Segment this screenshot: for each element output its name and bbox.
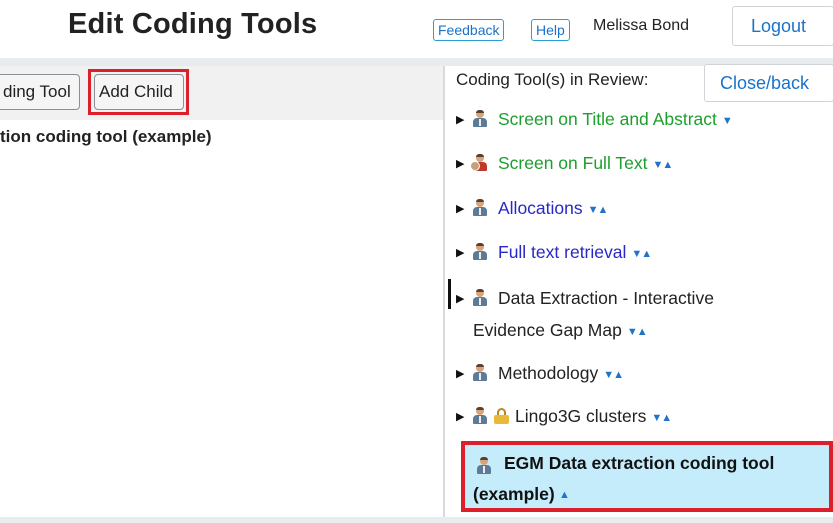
expand-triangle-icon[interactable]: ▶ [456, 113, 472, 126]
tree-item-label: Methodology [498, 363, 599, 383]
expand-triangle-icon[interactable]: ▶ [456, 202, 472, 215]
tree-item-label: Allocations [498, 198, 583, 218]
tree-item-label: Screen on Title and Abstract [498, 109, 717, 129]
close-back-button[interactable]: Close/back [704, 64, 833, 102]
panel-splitter-handle[interactable] [448, 279, 451, 309]
person-icon [472, 407, 488, 424]
left-toolbar: ding Tool Add Child [0, 66, 443, 120]
move-arrows-icon[interactable]: ▼▲ [631, 248, 652, 260]
selected-item-label-line2: (example) [473, 484, 555, 504]
help-button[interactable]: Help [531, 19, 570, 41]
person-icon [472, 243, 488, 260]
person-icon [472, 110, 488, 127]
tree-item-screen-title-abstract[interactable]: ▶ Screen on Title and Abstract ▼ [456, 109, 733, 130]
person-icon [472, 199, 488, 216]
move-arrows-icon[interactable]: ▼▲ [652, 159, 673, 171]
move-down-icon[interactable]: ▼ [722, 115, 733, 127]
tree-item-label-line1: Data Extraction - Interactive [498, 288, 714, 308]
tree-item-data-extraction-egm-line2[interactable]: Evidence Gap Map ▼▲ [473, 320, 648, 341]
expand-triangle-icon[interactable]: ▶ [456, 410, 472, 423]
move-arrows-icon[interactable]: ▼▲ [651, 412, 672, 424]
tree-item-full-text-retrieval[interactable]: ▶ Full text retrieval ▼▲ [456, 242, 652, 263]
tree-item-allocations[interactable]: ▶ Allocations ▼▲ [456, 198, 609, 219]
selected-tool-heading: tion coding tool (example) [0, 127, 212, 146]
people-icon [470, 154, 488, 171]
expand-triangle-icon[interactable]: ▶ [456, 292, 472, 305]
user-name: Melissa Bond [593, 17, 690, 34]
move-arrows-icon[interactable]: ▼▲ [588, 204, 609, 216]
tree-item-label: Screen on Full Text [498, 153, 648, 173]
panel-divider [443, 66, 445, 523]
move-arrows-icon[interactable]: ▼▲ [603, 369, 624, 381]
move-arrows-icon[interactable]: ▼▲ [627, 326, 648, 338]
coding-tool-button[interactable]: ding Tool [0, 74, 80, 110]
tree-item-data-extraction-egm[interactable]: ▶ Data Extraction - Interactive [456, 288, 714, 309]
tree-item-methodology[interactable]: ▶ Methodology ▼▲ [456, 363, 624, 384]
tree-item-label-line2: Evidence Gap Map [473, 320, 622, 340]
logout-button[interactable]: Logout [732, 6, 833, 46]
page-title: Edit Coding Tools [68, 8, 318, 40]
selected-item-label-line1: EGM Data extraction coding tool [504, 453, 775, 473]
person-icon [472, 364, 488, 381]
person-icon [472, 289, 488, 306]
expand-triangle-icon[interactable]: ▶ [456, 246, 472, 259]
feedback-button[interactable]: Feedback [433, 19, 505, 41]
add-child-button[interactable]: Add Child [94, 74, 184, 110]
tree-item-lingo3g-clusters[interactable]: ▶ Lingo3G clusters ▼▲ [456, 406, 672, 427]
lock-icon [494, 408, 509, 424]
review-label: Coding Tool(s) in Review: [456, 70, 649, 89]
expand-triangle-icon[interactable]: ▶ [456, 367, 472, 380]
tree-item-screen-full-text[interactable]: ▶ Screen on Full Text ▼▲ [456, 153, 673, 174]
footer-separator [0, 517, 833, 523]
tree-item-label: Lingo3G clusters [515, 406, 647, 426]
person-icon [476, 457, 492, 474]
tree-item-label: Full text retrieval [498, 242, 627, 262]
move-up-icon[interactable]: ▲ [559, 489, 570, 501]
selected-tree-item[interactable]: EGM Data extraction coding tool (example… [461, 441, 833, 512]
